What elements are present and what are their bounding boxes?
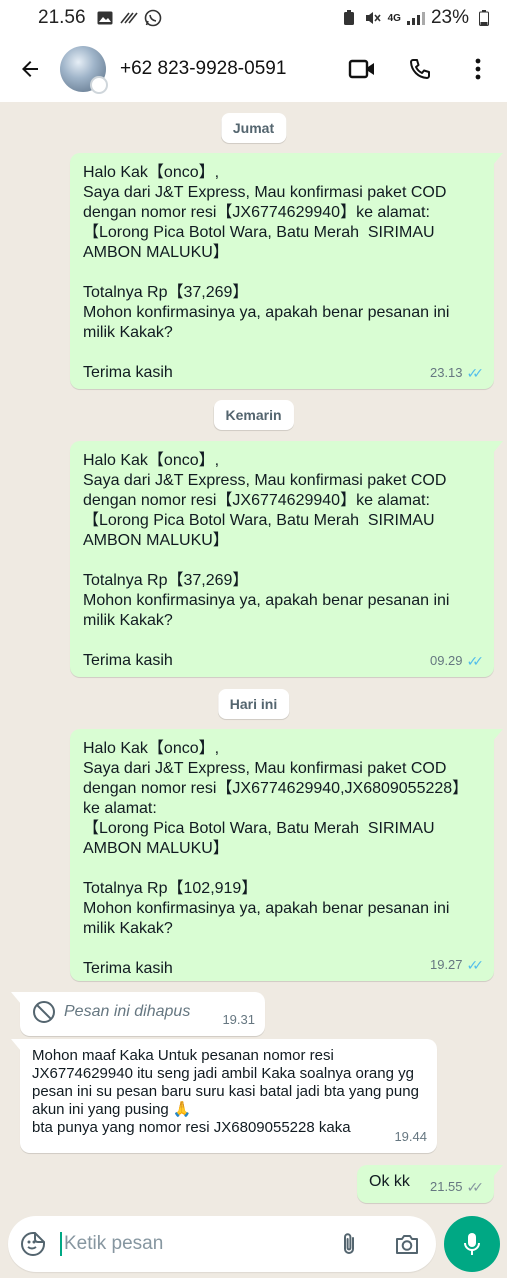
message-text: Halo Kak【onco】, Saya dari J&T Express, M… <box>83 164 450 381</box>
read-ticks-icon: ✓✓ <box>466 365 485 381</box>
whatsapp-icon <box>144 9 162 27</box>
status-time: 21.56 <box>38 7 86 28</box>
message-time: 19.27 <box>429 957 463 972</box>
date-divider: Hari ini <box>217 689 290 719</box>
message-time: 19.44 <box>394 1129 427 1144</box>
text-caret <box>60 1232 62 1256</box>
message-text: Pesan ini dihapus <box>64 1003 191 1020</box>
mute-icon <box>364 9 382 27</box>
status-ring-icon <box>90 76 108 94</box>
gallery-icon <box>96 9 114 27</box>
message-text: Halo Kak【onco】, Saya dari J&T Express, M… <box>83 740 469 977</box>
sticker-button[interactable] <box>8 1216 58 1272</box>
read-ticks-icon: ✓✓ <box>466 957 485 973</box>
message-outgoing[interactable]: Halo Kak【onco】, Saya dari J&T Express, M… <box>70 729 503 981</box>
deleted-icon <box>33 1001 55 1023</box>
composer-box <box>8 1216 436 1272</box>
video-call-icon <box>348 59 374 79</box>
more-icon <box>475 58 481 80</box>
camera-icon <box>396 1235 418 1254</box>
message-outgoing[interactable]: Halo Kak【onco】, Saya dari J&T Express, M… <box>70 441 503 677</box>
video-call-button[interactable] <box>333 36 391 102</box>
message-text: Halo Kak【onco】, Saya dari J&T Express, M… <box>83 452 450 669</box>
message-outgoing[interactable]: Ok kk 21.55 ✓✓ <box>357 1165 503 1203</box>
date-divider: Kemarin <box>213 400 294 430</box>
message-text: Ok kk <box>369 1173 410 1190</box>
wifi-calling-icon <box>119 9 138 27</box>
voice-record-button[interactable] <box>444 1216 500 1272</box>
message-input[interactable] <box>64 1233 314 1255</box>
mic-icon <box>464 1233 480 1255</box>
attach-button[interactable] <box>320 1216 378 1272</box>
message-time: 19.31 <box>222 1012 255 1027</box>
composer <box>0 1210 507 1278</box>
sticker-icon <box>21 1232 45 1256</box>
message-outgoing[interactable]: Halo Kak【onco】, Saya dari J&T Express, M… <box>70 153 503 389</box>
camera-button[interactable] <box>378 1216 436 1272</box>
phone-icon <box>410 59 430 79</box>
read-ticks-icon: ✓✓ <box>466 653 485 669</box>
contact-name[interactable]: +62 823-9928-0591 <box>120 58 286 80</box>
back-button[interactable] <box>0 36 60 102</box>
message-time: 21.55 <box>429 1179 463 1194</box>
back-arrow-icon <box>22 61 38 77</box>
attach-icon <box>344 1233 354 1254</box>
signal-icon <box>406 9 425 27</box>
message-incoming[interactable]: Mohon maaf Kaka Untuk pesanan nomor resi… <box>11 1039 437 1153</box>
delivered-ticks-icon: ✓✓ <box>466 1179 485 1195</box>
message-time: 23.13 <box>429 365 463 380</box>
message-incoming-deleted[interactable]: Pesan ini dihapus 19.31 <box>11 992 265 1036</box>
message-time: 09.29 <box>429 653 463 668</box>
chat-header: +62 823-9928-0591 <box>0 36 507 102</box>
battery-saver-icon <box>340 9 358 27</box>
date-divider: Jumat <box>220 113 287 143</box>
more-options-button[interactable] <box>449 36 507 102</box>
chat-area[interactable]: Jumat Halo Kak【onco】, Saya dari J&T Expr… <box>0 102 507 1210</box>
network-type: 4G <box>387 12 401 24</box>
status-bar: 21.56 4G 23% <box>0 0 507 36</box>
battery-icon <box>475 9 493 27</box>
battery-percent: 23% <box>430 7 469 28</box>
avatar[interactable] <box>60 46 108 94</box>
voice-call-button[interactable] <box>391 36 449 102</box>
message-text: Mohon maaf Kaka Untuk pesanan nomor resi… <box>32 1047 419 1136</box>
